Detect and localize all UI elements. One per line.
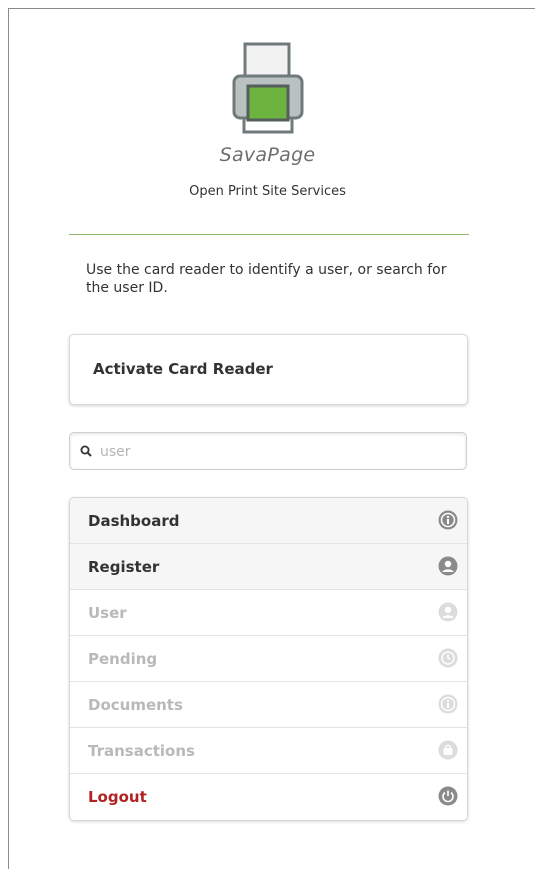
user-icon [438,602,458,622]
menu-item-user[interactable]: User [70,590,467,636]
menu-item-label: Documents [88,696,183,714]
divider [69,234,469,235]
menu-item-label: Dashboard [88,512,180,530]
user-search-field[interactable] [69,432,467,470]
tagline: Open Print Site Services [189,184,346,199]
menu-item-label: Logout [88,788,147,806]
user-search-input[interactable] [98,439,462,465]
search-icon [80,445,92,457]
clock-icon [438,648,458,668]
menu-item-documents[interactable]: Documents [70,682,467,728]
menu-item-dashboard[interactable]: Dashboard [70,498,467,544]
menu-item-label: Transactions [88,742,195,760]
menu-item-register[interactable]: Register [70,544,467,590]
menu-item-label: Register [88,558,160,576]
shopping-bag-icon [438,740,458,760]
menu-item-pending[interactable]: Pending [70,636,467,682]
main-menu: Dashboard Register User Pending Document… [69,497,468,821]
printer-logo-icon [232,42,303,134]
info-icon [438,694,458,714]
activate-card-reader-button[interactable]: Activate Card Reader [69,334,468,405]
menu-item-label: User [88,604,127,622]
instruction-text: Use the card reader to identify a user, … [86,262,447,296]
user-icon [438,556,458,576]
info-icon [438,510,458,530]
brand-name: SavaPage [219,144,316,166]
menu-item-label: Pending [88,650,158,668]
power-icon [438,786,458,806]
logo [0,38,535,138]
menu-item-logout[interactable]: Logout [70,774,467,820]
menu-item-transactions[interactable]: Transactions [70,728,467,774]
activate-card-reader-label: Activate Card Reader [93,360,273,378]
